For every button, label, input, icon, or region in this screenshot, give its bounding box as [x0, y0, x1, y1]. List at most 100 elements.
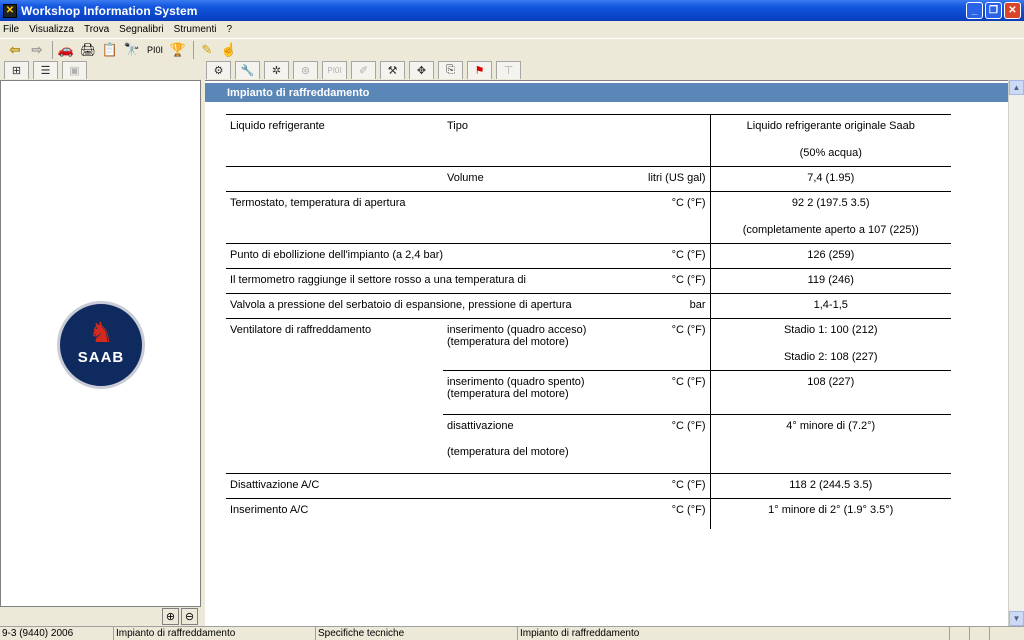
vertical-scrollbar[interactable]: ▲ ▼: [1008, 80, 1024, 626]
menu-strumenti[interactable]: Strumenti: [174, 24, 217, 35]
menu-segnalibri[interactable]: Segnalibri: [119, 24, 163, 35]
tab-warning[interactable]: ⚑: [467, 61, 492, 79]
pencil-icon: ✎: [201, 41, 213, 57]
value-line-1: Liquido refrigerante originale Saab: [746, 120, 915, 132]
navigation-panel: ♞ SAAB: [0, 80, 201, 607]
param-value: 1,4-1,5: [710, 293, 951, 319]
tab-tool[interactable]: ✐: [351, 61, 376, 79]
menu-bar: File Visualizza Trova Segnalibri Strumen…: [0, 21, 1024, 37]
menu-visualizza[interactable]: Visualizza: [29, 24, 74, 35]
move-icon: ✥: [416, 65, 427, 77]
find-button[interactable]: 🔭: [122, 40, 142, 60]
close-button[interactable]: ✕: [1004, 2, 1021, 19]
value-line-2: (completamente aperto a 107 (225)): [742, 224, 919, 236]
maximize-button[interactable]: ❐: [985, 2, 1002, 19]
param-value: Liquido refrigerante originale Saab (50%…: [710, 114, 951, 167]
tab-engine[interactable]: ⚙: [206, 61, 231, 79]
status-bar: 9-3 (9440) 2006 Impianto di raffreddamen…: [0, 626, 1024, 640]
car-icon: 🚗: [57, 41, 75, 57]
vehicle-button[interactable]: 🚗: [56, 40, 76, 60]
param-unit: bar: [633, 293, 711, 319]
table-row: Volume litri (US gal) 7,4 (1.95): [226, 166, 951, 192]
tab-bar: ⊞ ☰ ▣ ⚙ 🔧 ✲ ⊛ PI0I ✐ ⚒ ✥ ⎘ ⚑ ⊤: [0, 61, 1024, 79]
tab-pi[interactable]: PI0I: [322, 61, 347, 79]
arrow-down-icon: ▼: [1012, 614, 1021, 623]
window-title: Workshop Information System: [21, 3, 198, 18]
menu-help[interactable]: ?: [226, 24, 232, 35]
pointer-icon: ☝: [220, 41, 238, 57]
param-sub: inserimento (quadro acceso) (temperatura…: [443, 318, 633, 371]
pointer-button[interactable]: ☝: [219, 40, 239, 60]
tab-gears[interactable]: ✲: [264, 61, 289, 79]
tab-diagnostic[interactable]: ⚒: [380, 61, 405, 79]
value-line-2: (50% acqua): [799, 147, 862, 159]
tab-list[interactable]: ☰: [33, 61, 58, 79]
zoom-in-button[interactable]: ⊕: [162, 608, 179, 625]
tab-component[interactable]: ⊛: [293, 61, 318, 79]
tab-tree[interactable]: ⊞: [4, 61, 29, 79]
param-value: Stadio 1: 100 (212) Stadio 2: 108 (227): [710, 318, 951, 371]
param-unit: [633, 114, 711, 167]
image-icon: ▣: [69, 65, 80, 77]
param-value: 7,4 (1.95): [710, 166, 951, 192]
component-icon: ⊛: [300, 65, 311, 77]
document-button[interactable]: 📋: [100, 40, 120, 60]
param-value: 126 (259): [710, 243, 951, 269]
gears-icon: ✲: [271, 65, 282, 77]
value-line-1: Stadio 1: 100 (212): [783, 324, 878, 336]
scroll-up-button[interactable]: ▲: [1009, 80, 1024, 95]
tab-wrench[interactable]: 🔧: [235, 61, 260, 79]
param-name: Disattivazione A/C: [226, 473, 633, 499]
tab-lift[interactable]: ⊤: [496, 61, 521, 79]
menu-trova[interactable]: Trova: [84, 24, 109, 35]
table-row: Punto di ebollizione dell'impianto (a 2,…: [226, 243, 951, 269]
tab-move[interactable]: ✥: [409, 61, 434, 79]
pi-button[interactable]: PI0I: [144, 40, 166, 60]
param-value: 119 (246): [710, 268, 951, 294]
param-unit: °C (°F): [633, 370, 711, 415]
warning-icon: ⚑: [474, 65, 485, 77]
back-button[interactable]: ⇦: [5, 40, 25, 60]
table-row: Disattivazione A/C °C (°F) 118 2 (244.5 …: [226, 473, 951, 499]
param-value: 118 2 (244.5 3.5): [710, 473, 951, 499]
param-sub: disattivazione (temperatura del motore): [443, 414, 633, 474]
param-value: 1° minore di 2° (1.9° 3.5°): [710, 498, 951, 529]
zoom-out-button[interactable]: ⊖: [181, 608, 198, 625]
toolbar-separator: [193, 40, 194, 59]
tool-icon: ✐: [358, 65, 369, 77]
pi-label: PI0I: [146, 44, 163, 55]
saab-logo: ♞ SAAB: [57, 301, 145, 389]
param-unit: °C (°F): [633, 318, 711, 371]
forward-button[interactable]: ⇨: [27, 40, 47, 60]
scroll-down-button[interactable]: ▼: [1009, 611, 1024, 626]
app-icon: ✕: [3, 3, 17, 18]
table-row: Il termometro raggiunge il settore rosso…: [226, 268, 951, 294]
param-unit: °C (°F): [633, 268, 711, 294]
menu-file[interactable]: File: [3, 24, 19, 35]
sub-line-2: (temperatura del motore): [447, 388, 569, 400]
param-unit: °C (°F): [633, 414, 711, 474]
pencil-button[interactable]: ✎: [197, 40, 217, 60]
table-row: Ventilatore di raffreddamento inseriment…: [226, 318, 951, 474]
diagnostic-icon: ⚒: [387, 65, 398, 77]
list-icon: ☰: [40, 65, 51, 77]
status-category: Specifiche tecniche: [316, 627, 518, 640]
param-sub: inserimento (quadro spento) (temperatura…: [443, 370, 633, 415]
param-name: Liquido refrigerante: [226, 114, 443, 167]
print-button[interactable]: 🖨: [78, 40, 98, 60]
cup-button[interactable]: 🏆: [168, 40, 188, 60]
param-name: Termostato, temperatura di apertura: [226, 191, 443, 244]
param-unit: °C (°F): [633, 191, 711, 244]
toolbar-separator: [52, 40, 53, 59]
griffin-icon: ♞: [88, 316, 114, 348]
sub-line-1: inserimento (quadro acceso): [447, 324, 587, 336]
param-value: 4° minore di (7.2°): [710, 414, 951, 474]
bulletin-icon: ⎘: [446, 64, 455, 76]
minimize-button[interactable]: _: [966, 2, 983, 19]
table-row: Valvola a pressione del serbatoio di esp…: [226, 293, 951, 319]
tab-bulletin[interactable]: ⎘: [438, 61, 463, 79]
section-title: Impianto di raffreddamento: [205, 83, 1008, 102]
lift-icon: ⊤: [503, 65, 514, 77]
tab-image[interactable]: ▣: [62, 61, 87, 79]
param-sub: Volume: [443, 166, 633, 192]
